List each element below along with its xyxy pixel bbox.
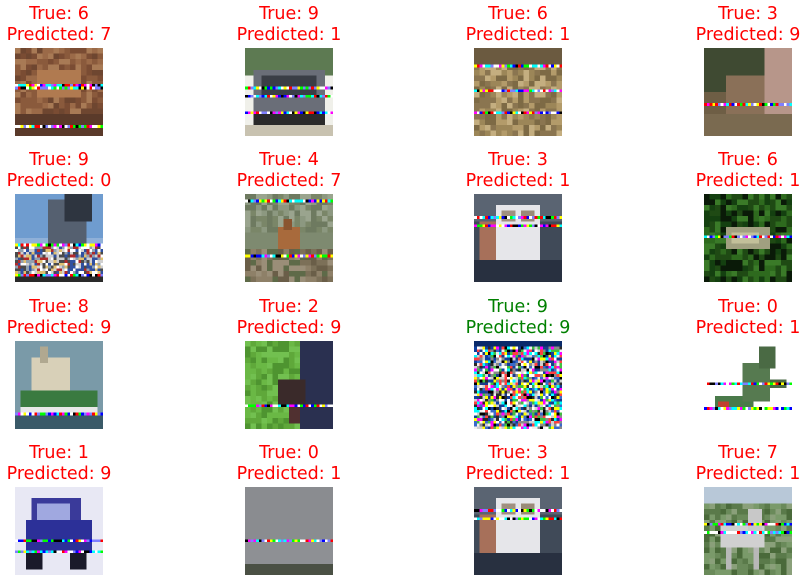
pixel-image xyxy=(245,194,333,282)
sample-image xyxy=(15,48,103,136)
prediction-panel: True: 3 Predicted: 1 xyxy=(418,150,618,290)
predicted-label: Predicted: 9 xyxy=(236,318,342,338)
pixel-image xyxy=(474,194,562,282)
true-label: True: 0 xyxy=(718,297,778,317)
prediction-panel: True: 8 Predicted: 9 xyxy=(0,297,159,437)
predicted-label: Predicted: 7 xyxy=(6,25,112,45)
pixel-image xyxy=(704,194,792,282)
sample-image xyxy=(704,487,792,575)
predicted-label: Predicted: 1 xyxy=(465,171,571,191)
true-label: True: 6 xyxy=(29,4,89,24)
predicted-label: Predicted: 9 xyxy=(695,25,801,45)
true-label: True: 9 xyxy=(29,150,89,170)
sample-image xyxy=(474,487,562,575)
true-label: True: 1 xyxy=(29,443,89,463)
pixel-image xyxy=(245,487,333,575)
sample-image xyxy=(245,341,333,429)
true-label: True: 3 xyxy=(488,443,548,463)
prediction-panel: True: 6 Predicted: 1 xyxy=(648,150,804,290)
sample-image xyxy=(474,194,562,282)
predicted-label: Predicted: 1 xyxy=(695,318,801,338)
prediction-panel: True: 1 Predicted: 9 xyxy=(0,443,159,583)
pixel-image xyxy=(474,487,562,575)
sample-image xyxy=(474,341,562,429)
true-label: True: 2 xyxy=(259,297,319,317)
prediction-panel: True: 4 Predicted: 7 xyxy=(189,150,389,290)
true-label: True: 4 xyxy=(259,150,319,170)
sample-image xyxy=(704,341,792,429)
predicted-label: Predicted: 1 xyxy=(236,25,342,45)
prediction-panel: True: 0 Predicted: 1 xyxy=(648,297,804,437)
true-label: True: 8 xyxy=(29,297,89,317)
predicted-label: Predicted: 1 xyxy=(465,25,571,45)
predicted-label: Predicted: 1 xyxy=(465,464,571,484)
pixel-image xyxy=(704,341,792,429)
true-label: True: 9 xyxy=(488,297,548,317)
prediction-panel: True: 3 Predicted: 9 xyxy=(648,4,804,144)
pixel-image xyxy=(15,341,103,429)
true-label: True: 6 xyxy=(488,4,548,24)
prediction-panel: True: 9 Predicted: 1 xyxy=(189,4,389,144)
prediction-panel: True: 2 Predicted: 9 xyxy=(189,297,389,437)
true-label: True: 9 xyxy=(259,4,319,24)
pixel-image xyxy=(245,48,333,136)
pixel-image xyxy=(474,341,562,429)
true-label: True: 0 xyxy=(259,443,319,463)
prediction-grid: True: 6 Predicted: 7 True: 9 Predicted: 1 Tr… xyxy=(0,0,804,587)
true-label: True: 3 xyxy=(488,150,548,170)
predicted-label: Predicted: 1 xyxy=(695,464,801,484)
pixel-image xyxy=(15,48,103,136)
prediction-panel: True: 9 Predicted: 0 xyxy=(0,150,159,290)
pixel-image xyxy=(704,48,792,136)
sample-image xyxy=(245,194,333,282)
pixel-image xyxy=(15,194,103,282)
sample-image xyxy=(15,487,103,575)
predicted-label: Predicted: 1 xyxy=(236,464,342,484)
true-label: True: 7 xyxy=(718,443,778,463)
predicted-label: Predicted: 9 xyxy=(6,464,112,484)
sample-image xyxy=(704,194,792,282)
prediction-panel: True: 7 Predicted: 1 xyxy=(648,443,804,583)
prediction-panel: True: 3 Predicted: 1 xyxy=(418,443,618,583)
sample-image xyxy=(474,48,562,136)
pixel-image xyxy=(245,341,333,429)
predicted-label: Predicted: 0 xyxy=(6,171,112,191)
pixel-image xyxy=(704,487,792,575)
prediction-panel: True: 9 Predicted: 9 xyxy=(418,297,618,437)
sample-image xyxy=(15,194,103,282)
sample-image xyxy=(245,48,333,136)
predicted-label: Predicted: 9 xyxy=(465,318,571,338)
sample-image xyxy=(245,487,333,575)
predicted-label: Predicted: 1 xyxy=(695,171,801,191)
true-label: True: 6 xyxy=(718,150,778,170)
prediction-panel: True: 6 Predicted: 1 xyxy=(418,4,618,144)
sample-image xyxy=(15,341,103,429)
pixel-image xyxy=(15,487,103,575)
true-label: True: 3 xyxy=(718,4,778,24)
sample-image xyxy=(704,48,792,136)
prediction-panel: True: 0 Predicted: 1 xyxy=(189,443,389,583)
prediction-panel: True: 6 Predicted: 7 xyxy=(0,4,159,144)
predicted-label: Predicted: 7 xyxy=(236,171,342,191)
predicted-label: Predicted: 9 xyxy=(6,318,112,338)
pixel-image xyxy=(474,48,562,136)
